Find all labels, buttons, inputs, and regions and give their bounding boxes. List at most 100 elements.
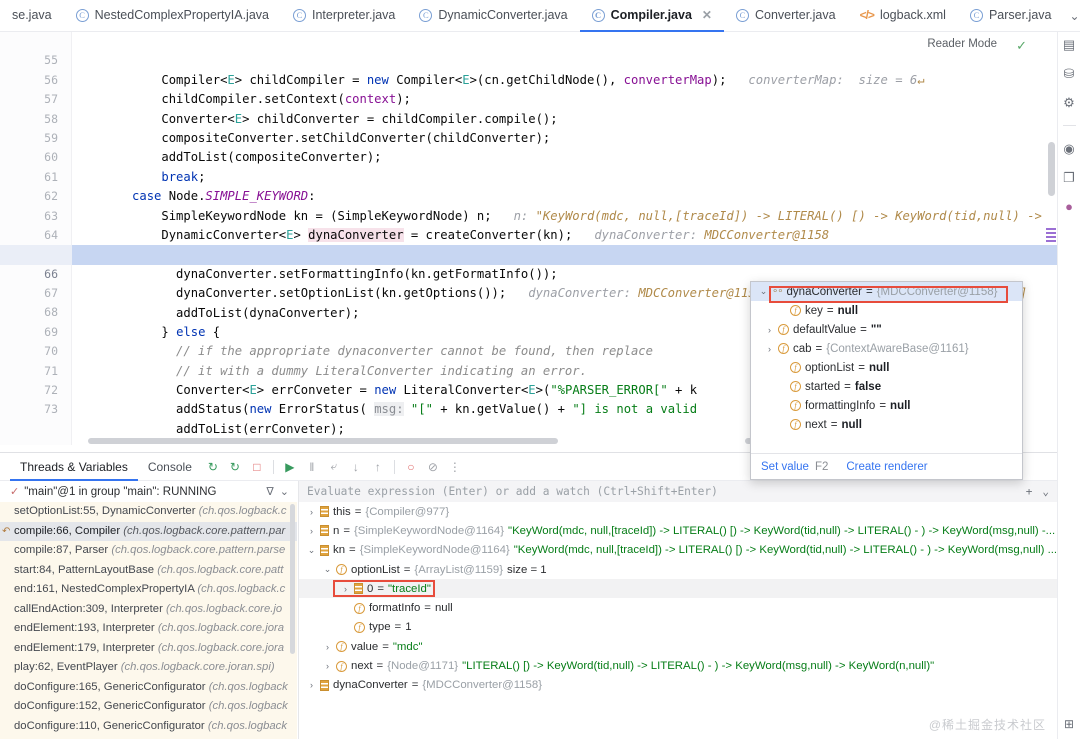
variable-value: {Node@1171} (387, 660, 459, 673)
close-icon[interactable]: ✕ (702, 8, 712, 22)
tab-threads-and-variables[interactable]: Threads & Variables (10, 453, 138, 481)
popup-row-key[interactable]: f key = null (751, 301, 1022, 320)
equals-sign: = (411, 679, 419, 692)
notifications-icon[interactable]: ▤ (1063, 38, 1075, 51)
frame-list-item[interactable]: compile:87, Parser (ch.qos.logback.core.… (0, 541, 297, 561)
view-breakpoints-icon[interactable]: ⊘ (422, 453, 444, 481)
filter-icon[interactable]: ∇ (266, 485, 273, 498)
frame-list-item[interactable]: doConfigure:165, GenericConfigurator (ch… (0, 678, 297, 698)
variable-row-kn[interactable]: ⌄ kn = {SimpleKeywordNode@1164} "KeyWord… (299, 541, 1057, 560)
frame-list-item[interactable]: doConfigure:110, GenericConfigurator (ch… (0, 717, 297, 737)
set-value-button[interactable]: Set value (761, 461, 809, 473)
variable-row-element-0[interactable]: › 0 = "traceId" (299, 579, 1057, 599)
inspection-status-icon[interactable]: ✓ (1016, 38, 1027, 54)
variable-row-value[interactable]: › f value = "mdc" (299, 637, 1057, 656)
variable-row-type[interactable]: f type = 1 (299, 618, 1057, 637)
popup-row-optionlist[interactable]: f optionList = null (751, 358, 1022, 377)
frame-list-item-selected[interactable]: ↶ compile:66, Compiler (ch.qos.logback.c… (0, 521, 297, 541)
help-icon[interactable]: ◉ (1063, 142, 1074, 155)
thread-selector[interactable]: ✓ "main"@1 in group "main": RUNNING ∇ ⌄ (0, 481, 297, 502)
step-over-icon[interactable]: ⤶ (323, 453, 345, 481)
popup-row-dynaconverter[interactable]: ⌄ ∘∘ dynaConverter = {MDCConverter@1158} (751, 282, 1022, 301)
step-into-icon[interactable]: ↓ (345, 453, 367, 481)
rerun-icon[interactable]: ↻ (202, 453, 224, 481)
resume-program-icon[interactable]: ▶ (279, 453, 301, 481)
editor-vertical-scrollbar[interactable] (1048, 142, 1055, 196)
more-options-icon[interactable]: ⋮ (444, 453, 466, 481)
frames-list[interactable]: setOptionList:55, DynamicConverter (ch.q… (0, 502, 297, 739)
chevron-right-icon[interactable]: › (307, 680, 316, 690)
chevron-down-icon[interactable]: ⌄ (280, 485, 289, 498)
pause-program-icon[interactable]: ‖ (301, 453, 323, 481)
frame-list-item[interactable]: play:62, EventPlayer (ch.qos.logback.cor… (0, 658, 297, 678)
variable-row-dynaconverter[interactable]: › dynaConverter = {MDCConverter@1158} (299, 676, 1057, 695)
chevron-right-icon[interactable]: › (765, 344, 774, 354)
add-watch-icon[interactable]: + (1026, 485, 1033, 498)
evaluate-placeholder: Evaluate expression (Enter) or add a wat… (307, 485, 718, 498)
frame-list-item[interactable]: end:161, NestedComplexPropertyIA (ch.qos… (0, 580, 297, 600)
chevron-right-icon[interactable]: › (323, 642, 332, 652)
thread-label: "main"@1 in group "main": RUNNING (24, 485, 217, 498)
step-out-icon[interactable]: ↑ (367, 453, 389, 481)
java-class-icon: C (293, 8, 306, 22)
frame-list-item[interactable]: doConfigure:152, GenericConfigurator (ch… (0, 697, 297, 717)
maven-icon[interactable]: ⚙ (1063, 96, 1075, 109)
variable-row-this[interactable]: › this = {Compiler@977} (299, 502, 1057, 521)
tab-parser-java[interactable]: C Parser.java (958, 0, 1064, 32)
equals-sign: = (394, 621, 402, 634)
variables-tree[interactable]: › this = {Compiler@977} › n = {SimpleKey… (298, 502, 1057, 739)
reader-mode-label[interactable]: Reader Mode (927, 38, 997, 50)
frame-list-item[interactable]: start:84, PatternLayoutBase (ch.qos.logb… (0, 561, 297, 581)
chevron-right-icon[interactable]: › (323, 661, 332, 671)
popup-row-formattinginfo[interactable]: f formattingInfo = null (751, 396, 1022, 415)
mute-breakpoints-icon[interactable]: ○ (400, 453, 422, 481)
frame-list-item[interactable]: callEndAction:309, Interpreter (ch.qos.l… (0, 600, 297, 620)
chevron-down-icon[interactable]: ⌄ (307, 545, 316, 556)
chevron-right-icon[interactable]: › (341, 584, 350, 594)
popup-row-next[interactable]: f next = null (751, 415, 1022, 434)
frame-list-item[interactable]: endElement:179, Interpreter (ch.qos.logb… (0, 639, 297, 659)
line-source: addToList(errConveter); (88, 421, 345, 436)
chevron-right-icon[interactable]: › (307, 507, 316, 517)
clipboard-icon[interactable]: ❐ (1063, 171, 1075, 184)
debug-value-tooltip[interactable]: ⌄ ∘∘ dynaConverter = {MDCConverter@1158}… (750, 281, 1023, 480)
tab-console[interactable]: Console (138, 453, 202, 481)
variable-name: defaultValue (793, 323, 857, 336)
tab-compiler-java[interactable]: C Compiler.java ✕ (579, 0, 724, 32)
popup-row-started[interactable]: f started = false (751, 377, 1022, 396)
tab-converter-java[interactable]: C Converter.java (724, 0, 848, 32)
frame-package: (ch.qos.logback (208, 700, 288, 712)
variable-row-next[interactable]: › f next = {Node@1171} "LITERAL() [) -> … (299, 656, 1057, 675)
rerun-debug-icon[interactable]: ↻ (224, 453, 246, 481)
variable-row-formatinfo[interactable]: f formatInfo = null (299, 598, 1057, 617)
layout-icon[interactable]: ⊞ (1064, 717, 1074, 731)
popup-row-defaultvalue[interactable]: › f defaultValue = "" (751, 320, 1022, 339)
chevron-right-icon[interactable]: › (307, 526, 316, 536)
variable-row-n[interactable]: › n = {SimpleKeywordNode@1164} "KeyWord(… (299, 521, 1057, 540)
frames-scrollbar[interactable] (290, 504, 295, 654)
frame-list-item[interactable]: endElement:193, Interpreter (ch.qos.logb… (0, 619, 297, 639)
editor-horizontal-scrollbar[interactable] (88, 438, 558, 444)
tab-nestedcomplexpropertyia-java[interactable]: C NestedComplexPropertyIA.java (64, 0, 281, 32)
chevron-down-icon[interactable]: ⌄ (759, 286, 768, 297)
chevron-down-icon[interactable]: ⌄ (323, 564, 332, 575)
chevron-right-icon[interactable]: › (765, 325, 774, 335)
frame-list-item[interactable]: setOptionList:55, DynamicConverter (ch.q… (0, 502, 297, 522)
tab-interpreter-java[interactable]: C Interpreter.java (281, 0, 407, 32)
thread-actions: ∇ ⌄ (266, 485, 297, 498)
variable-name: formattingInfo (805, 399, 876, 412)
evaluate-expression-input[interactable]: Evaluate expression (Enter) or add a wat… (298, 481, 1057, 502)
chevron-down-icon[interactable]: ⌄ (1063, 0, 1080, 32)
tab-logback-xml[interactable]: </> logback.xml (848, 0, 958, 32)
editor-error-stripe-marks[interactable] (1046, 228, 1056, 244)
stop-icon[interactable]: □ (246, 453, 268, 481)
tab-dynamicconverter-java[interactable]: C DynamicConverter.java (407, 0, 579, 32)
chevron-down-icon[interactable]: ⌄ (1042, 485, 1049, 498)
tab-se-java[interactable]: se.java (0, 0, 64, 32)
variable-row-optionlist[interactable]: ⌄ f optionList = {ArrayList@1159} size =… (299, 560, 1057, 579)
variable-string-preview: "KeyWord(mdc, null,[traceId]) -> LITERAL… (508, 524, 1056, 537)
create-renderer-button[interactable]: Create renderer (846, 461, 927, 473)
profile-icon[interactable]: ● (1065, 200, 1073, 213)
popup-row-cab[interactable]: › f cab = {ContextAwareBase@1161} (751, 339, 1022, 358)
database-icon[interactable]: ⛁ (1064, 67, 1075, 80)
